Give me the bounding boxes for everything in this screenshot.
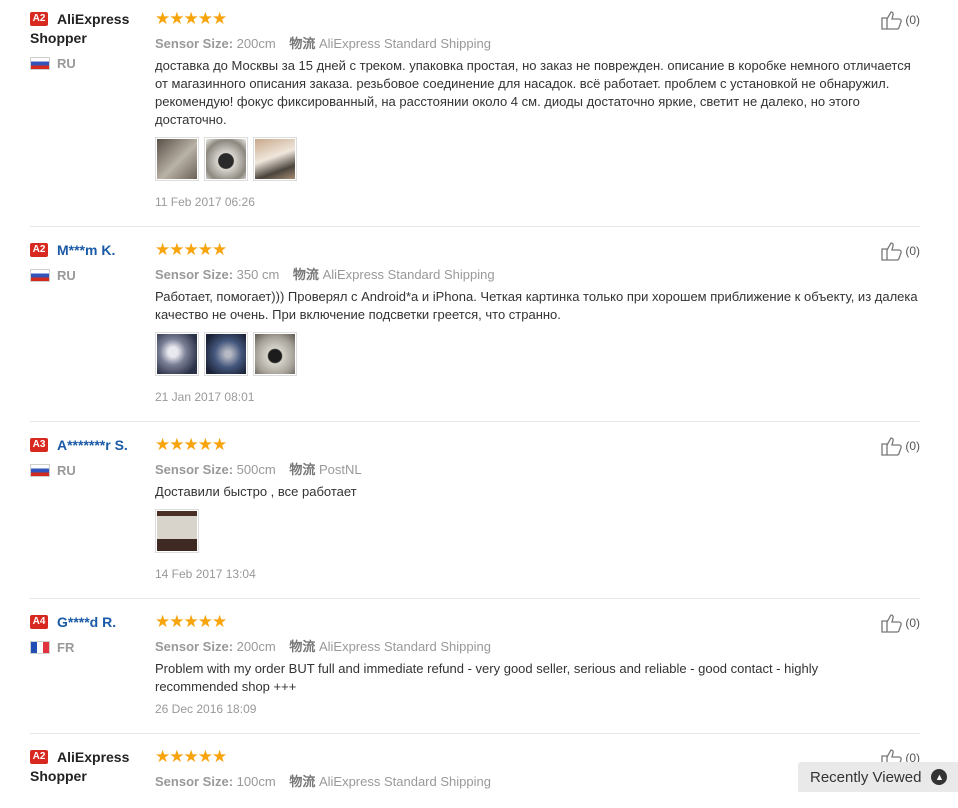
review-photo[interactable]: [155, 332, 199, 376]
review-item: A3 A*******r S. RU ★★★★★ Sensor Size: 50…: [30, 436, 920, 599]
review-photos: [155, 137, 297, 181]
review-meta: Sensor Size: 350 cm 物流 AliExpress Standa…: [155, 264, 495, 283]
country-flag-icon: [30, 641, 50, 654]
review-photos: [155, 509, 199, 553]
sensor-size-value: 350 cm: [236, 267, 280, 282]
helpful-count: (0): [905, 244, 920, 258]
star-rating: ★★★★★: [155, 9, 227, 28]
shipping-value: AliExpress Standard Shipping: [318, 36, 491, 51]
shipping-label: 物流: [289, 774, 316, 789]
country-flag-icon: [30, 57, 50, 70]
review-item: A2 AliExpress Shopper RU ★★★★★ Sensor Si…: [30, 10, 920, 227]
shipping-label: 物流: [289, 462, 316, 477]
review-meta: Sensor Size: 500cm 物流 PostNL: [155, 459, 362, 478]
shipping-label: 物流: [289, 36, 316, 51]
shipping-value: AliExpress Standard Shipping: [318, 639, 491, 654]
sensor-size-label: Sensor Size:: [155, 36, 234, 51]
star-rating: ★★★★★: [155, 240, 227, 259]
country-code: RU: [57, 463, 76, 478]
country-code: RU: [57, 268, 76, 283]
shipping-label: 物流: [289, 639, 316, 654]
sensor-size-value: 100cm: [236, 774, 276, 789]
sensor-size-value: 200cm: [236, 639, 276, 654]
sensor-size-label: Sensor Size:: [155, 639, 234, 654]
review-photo[interactable]: [204, 332, 248, 376]
review-photo[interactable]: [204, 137, 248, 181]
helpful-button[interactable]: (0): [881, 613, 920, 633]
review-photos: [155, 332, 297, 376]
helpful-count: (0): [905, 616, 920, 630]
reviewer-name: AliExpress Shopper: [30, 11, 130, 46]
chevron-up-icon: ▲: [931, 769, 948, 785]
review-item: A2 AliExpress Shopper ★★★★★ Sensor Size:…: [30, 748, 920, 808]
review-item: A4 G****d R. FR ★★★★★ Sensor Size: 200cm…: [30, 613, 920, 734]
shipping-label: 物流: [292, 267, 319, 282]
helpful-count: (0): [905, 13, 920, 27]
star-rating: ★★★★★: [155, 612, 227, 631]
country-code: FR: [57, 640, 75, 655]
country-flag-icon: [30, 464, 50, 477]
sensor-size-label: Sensor Size:: [155, 267, 234, 282]
shipping-value: AliExpress Standard Shipping: [318, 774, 491, 789]
helpful-button[interactable]: (0): [881, 436, 920, 456]
helpful-button[interactable]: (0): [881, 241, 920, 261]
reviewer-name: A*******r S.: [57, 437, 128, 453]
star-rating: ★★★★★: [155, 435, 227, 454]
review-text: Работает, помогает))) Проверял с Android…: [155, 289, 918, 322]
thumbs-up-icon: [881, 242, 903, 261]
sensor-size-value: 200cm: [236, 36, 276, 51]
review-item: A2 M***m K. RU ★★★★★ Sensor Size: 350 cm…: [30, 241, 920, 422]
recently-viewed-label: Recently Viewed: [810, 768, 922, 786]
review-photo[interactable]: [253, 332, 297, 376]
review-photo[interactable]: [253, 137, 297, 181]
recently-viewed-tab[interactable]: Recently Viewed ▲: [798, 762, 958, 792]
star-rating: ★★★★★: [155, 747, 227, 766]
reviewer-name: M***m K.: [57, 242, 116, 258]
review-photo[interactable]: [155, 137, 199, 181]
review-date: 14 Feb 2017 13:04: [155, 567, 256, 581]
review-meta: Sensor Size: 200cm 物流 AliExpress Standar…: [155, 33, 491, 52]
review-meta: Sensor Size: 100cm 物流 AliExpress Standar…: [155, 771, 491, 790]
review-date: 26 Dec 2016 18:09: [155, 702, 257, 716]
review-photo[interactable]: [155, 509, 199, 553]
sensor-size-label: Sensor Size:: [155, 462, 234, 477]
country-flag-icon: [30, 269, 50, 282]
thumbs-up-icon: [881, 437, 903, 456]
review-text: Problem with my order BUT full and immed…: [155, 661, 819, 694]
helpful-count: (0): [905, 439, 920, 453]
thumbs-up-icon: [881, 614, 903, 633]
review-date: 21 Jan 2017 08:01: [155, 390, 255, 404]
sensor-size-label: Sensor Size:: [155, 774, 234, 789]
review-date: 11 Feb 2017 06:26: [155, 195, 255, 209]
sensor-size-value: 500cm: [236, 462, 276, 477]
country-code: RU: [57, 56, 76, 71]
reviewer-name: G****d R.: [57, 614, 117, 630]
shipping-value: AliExpress Standard Shipping: [322, 267, 495, 282]
review-text: доставка до Москвы за 15 дней с треком. …: [155, 58, 911, 127]
thumbs-up-icon: [881, 11, 903, 30]
reviewer-name: AliExpress Shopper: [30, 749, 130, 784]
shipping-value: PostNL: [318, 462, 362, 477]
review-meta: Sensor Size: 200cm 物流 AliExpress Standar…: [155, 636, 491, 655]
review-text: Доставили быстро , все работает: [155, 484, 357, 499]
helpful-button[interactable]: (0): [881, 10, 920, 30]
